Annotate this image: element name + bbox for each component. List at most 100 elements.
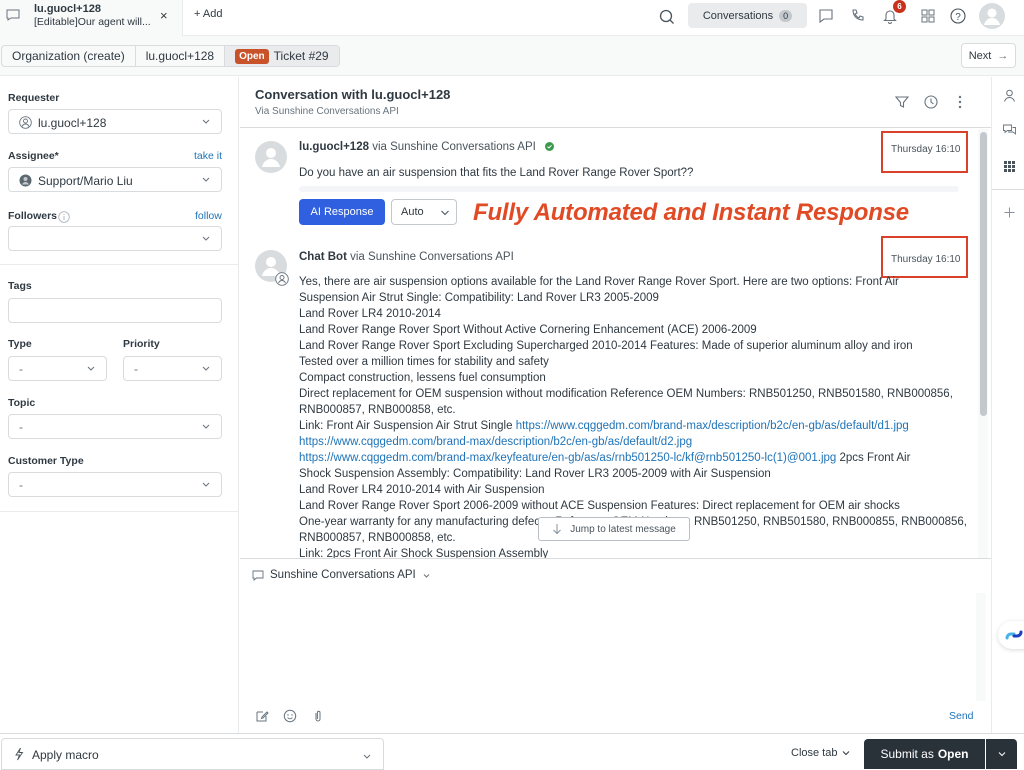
chat-icon[interactable] bbox=[816, 6, 836, 26]
tab-subtitle: [Editable]Our agent will... bbox=[34, 16, 151, 28]
priority-select[interactable]: - bbox=[123, 356, 222, 381]
channel-select[interactable]: Sunshine Conversations API bbox=[252, 569, 431, 581]
followers-label: Followers bbox=[8, 210, 58, 222]
close-tab-label: Close tab bbox=[791, 747, 838, 759]
breadcrumb-ticket[interactable]: Open Ticket #29 bbox=[225, 46, 339, 66]
take-it-link[interactable]: take it bbox=[194, 150, 222, 162]
response-mode-select[interactable]: Auto bbox=[391, 199, 457, 225]
info-icon[interactable] bbox=[58, 211, 70, 223]
chat-bubble-icon bbox=[252, 570, 264, 581]
message-sender: Chat Bot via Sunshine Conversations API bbox=[299, 251, 514, 263]
priority-value: - bbox=[134, 362, 138, 376]
apply-macro-label: Apply macro bbox=[32, 748, 99, 762]
timestamp-highlight bbox=[881, 131, 968, 173]
assignee-field[interactable]: Support/Mario Liu bbox=[8, 167, 222, 192]
submit-options-button[interactable] bbox=[986, 739, 1017, 769]
apps-icon[interactable] bbox=[918, 6, 938, 26]
requester-label: Requester bbox=[8, 92, 60, 104]
svg-text:?: ? bbox=[955, 12, 961, 23]
customer-type-select[interactable]: - bbox=[8, 472, 222, 497]
section-divider bbox=[0, 511, 239, 512]
topic-value: - bbox=[19, 420, 23, 434]
message-input[interactable] bbox=[250, 593, 972, 697]
help-icon[interactable]: ? bbox=[948, 6, 968, 26]
sender-channel: via Sunshine Conversations API bbox=[350, 251, 514, 263]
compose-icon[interactable] bbox=[255, 709, 269, 723]
person-icon bbox=[19, 116, 32, 129]
response-mode-value: Auto bbox=[401, 206, 424, 218]
ai-response-button[interactable]: AI Response bbox=[299, 199, 385, 225]
priority-label: Priority bbox=[123, 338, 160, 350]
requester-value: lu.guocl+128 bbox=[38, 116, 107, 130]
breadcrumb-organization-label: Organization (create) bbox=[12, 49, 125, 63]
follow-link[interactable]: follow bbox=[195, 210, 222, 222]
user-avatar[interactable] bbox=[979, 3, 1005, 29]
customer-type-label: Customer Type bbox=[8, 455, 84, 467]
attachment-icon[interactable] bbox=[311, 709, 325, 723]
chevron-down-icon bbox=[363, 754, 371, 759]
customer-context-icon[interactable] bbox=[1002, 88, 1017, 103]
apply-macro-select[interactable]: Apply macro bbox=[1, 738, 384, 770]
type-select[interactable]: - bbox=[8, 356, 107, 381]
send-button[interactable]: Send bbox=[949, 710, 974, 722]
message-thread: lu.guocl+128 via Sunshine Conversations … bbox=[240, 129, 991, 558]
breadcrumb-requester-label: lu.guocl+128 bbox=[145, 49, 215, 63]
agent-badge-icon bbox=[275, 272, 289, 286]
assistant-launcher-button[interactable] bbox=[998, 621, 1024, 649]
conversations-count: 0 bbox=[779, 9, 793, 22]
product-link[interactable]: https://www.cqggedm.com/brand-max/descri… bbox=[516, 420, 909, 432]
link-prefix: Link: Front Air Suspension Air Strut Sin… bbox=[299, 420, 516, 432]
ticket-tab[interactable]: lu.guocl+128 [Editable]Our agent will...… bbox=[0, 0, 183, 36]
followers-field[interactable] bbox=[8, 226, 222, 251]
requester-field[interactable]: lu.guocl+128 bbox=[8, 109, 222, 134]
arrow-right-icon: → bbox=[997, 49, 1009, 62]
conversations-icon[interactable] bbox=[1002, 123, 1017, 138]
breadcrumb-bar: Organization (create) lu.guocl+128 Open … bbox=[0, 36, 1024, 76]
more-options-icon[interactable] bbox=[951, 93, 969, 111]
chevron-down-icon bbox=[202, 482, 210, 487]
message-line: Land Rover Range Rover Sport Excluding S… bbox=[299, 340, 913, 352]
chevron-down-icon bbox=[202, 177, 210, 182]
ticket-number: Ticket #29 bbox=[273, 49, 329, 63]
close-tab-button[interactable]: Close tab bbox=[791, 747, 851, 759]
user-icon bbox=[984, 8, 1000, 25]
message-line: Land Rover Range Rover Sport 2006-2009 w… bbox=[299, 500, 900, 512]
breadcrumb-requester[interactable]: lu.guocl+128 bbox=[136, 46, 226, 66]
next-label: Next bbox=[968, 49, 992, 62]
product-link[interactable]: https://www.cqggedm.com/brand-max/descri… bbox=[299, 436, 692, 448]
conversation-title: Conversation with lu.guocl+128 bbox=[255, 87, 451, 102]
message-line: Land Rover LR4 2010-2014 bbox=[299, 308, 441, 320]
apps-grid-icon[interactable] bbox=[1002, 159, 1017, 174]
conversation-header: Conversation with lu.guocl+128 Via Sunsh… bbox=[240, 77, 991, 128]
breadcrumb: Organization (create) lu.guocl+128 Open … bbox=[1, 45, 340, 67]
message-line: Compact construction, lessens fuel consu… bbox=[299, 372, 546, 384]
tags-input[interactable] bbox=[8, 298, 222, 323]
topic-select[interactable]: - bbox=[8, 414, 222, 439]
close-tab-icon[interactable]: × bbox=[160, 8, 168, 23]
conversations-button[interactable]: Conversations 0 bbox=[688, 3, 807, 28]
message-line: Link: Front Air Suspension Air Strut Sin… bbox=[299, 418, 969, 434]
submit-button[interactable]: Submit as Open bbox=[864, 739, 985, 769]
composer: Sunshine Conversations API Send bbox=[240, 558, 991, 733]
agent-avatar-icon bbox=[19, 174, 32, 187]
conversation-subtitle: Via Sunshine Conversations API bbox=[255, 106, 399, 117]
next-button[interactable]: Next → bbox=[961, 43, 1016, 68]
phone-icon[interactable] bbox=[848, 6, 868, 26]
add-icon[interactable] bbox=[1002, 205, 1017, 220]
message-line: Land Rover Range Rover Sport Without Act… bbox=[299, 324, 757, 336]
link-logo-icon bbox=[1005, 630, 1023, 640]
product-link[interactable]: https://www.cqggedm.com/brand-max/keyfea… bbox=[299, 452, 836, 464]
add-tab-button[interactable]: + Add bbox=[194, 8, 222, 20]
composer-scrollbar[interactable] bbox=[976, 593, 986, 701]
breadcrumb-organization[interactable]: Organization (create) bbox=[2, 46, 136, 66]
history-icon[interactable] bbox=[922, 93, 940, 111]
status-badge: Open bbox=[235, 48, 269, 64]
search-icon[interactable] bbox=[656, 6, 678, 28]
chevron-down-icon bbox=[998, 752, 1006, 757]
emoji-icon[interactable] bbox=[283, 709, 297, 723]
scrollbar-thumb[interactable] bbox=[980, 132, 987, 416]
filter-icon[interactable] bbox=[893, 93, 911, 111]
jump-to-latest-button[interactable]: Jump to latest message bbox=[538, 517, 690, 541]
chevron-down-icon bbox=[202, 424, 210, 429]
message-body: Do you have an air suspension that fits … bbox=[299, 167, 694, 179]
